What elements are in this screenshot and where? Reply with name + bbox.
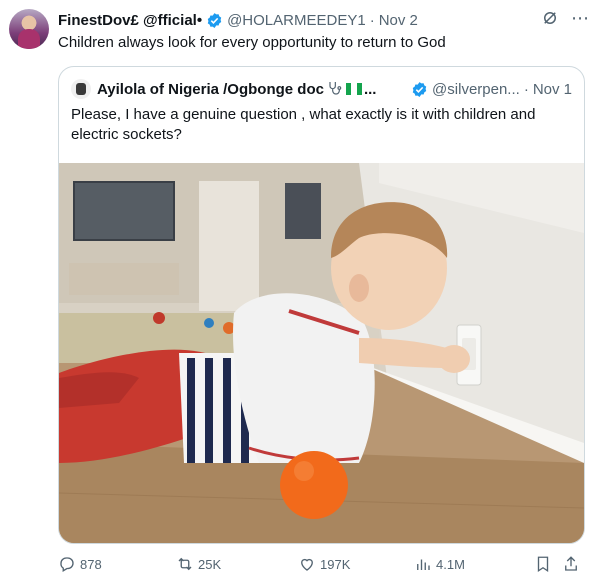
more-icon[interactable]: ⋯ bbox=[571, 8, 589, 28]
share-button[interactable] bbox=[562, 554, 580, 574]
author-display-name[interactable]: FinestDov£ @fficial• bbox=[58, 12, 202, 29]
tweet-actions: 878 25K 197K 4.1M bbox=[58, 554, 585, 574]
reply-icon bbox=[60, 557, 74, 572]
views-count: 4.1M bbox=[436, 556, 465, 572]
bookmark-button[interactable] bbox=[534, 554, 552, 574]
ball bbox=[280, 451, 348, 519]
tweet-date[interactable]: Nov 2 bbox=[379, 12, 418, 29]
views-button[interactable]: 4.1M bbox=[414, 554, 465, 574]
quoted-text: Please, I have a genuine question , what… bbox=[71, 106, 536, 143]
quoted-photo[interactable] bbox=[59, 163, 584, 543]
quoted-tweet[interactable]: Ayilola of Nigeria /Ogbonge doc ... @sil… bbox=[58, 66, 585, 544]
tweet-header: FinestDov£ @fficial• @HOLARMEEDEY1 · Nov… bbox=[58, 8, 589, 30]
quoted-date[interactable]: Nov 1 bbox=[533, 81, 572, 98]
tweet[interactable]: FinestDov£ @fficial• @HOLARMEEDEY1 · Nov… bbox=[0, 0, 599, 584]
tweet-text: Children always look for every opportuni… bbox=[58, 34, 446, 51]
reply-button[interactable]: 878 bbox=[58, 554, 102, 574]
like-count: 197K bbox=[320, 556, 351, 572]
quoted-display-name[interactable]: Ayilola of Nigeria /Ogbonge doc bbox=[97, 81, 324, 98]
repost-icon bbox=[178, 557, 192, 571]
bookmark-icon bbox=[537, 556, 549, 573]
author-avatar[interactable] bbox=[9, 9, 49, 49]
quoted-name-ellipsis: ... bbox=[363, 80, 377, 98]
like-icon bbox=[301, 558, 313, 571]
like-button[interactable]: 197K bbox=[298, 554, 350, 574]
quoted-header: Ayilola of Nigeria /Ogbonge doc ... @sil… bbox=[71, 79, 572, 99]
verified-badge-icon bbox=[412, 81, 427, 97]
quoted-handle[interactable]: @silverpen... bbox=[432, 81, 520, 98]
grok-icon[interactable] bbox=[541, 9, 559, 27]
baby-socket-illustration bbox=[59, 163, 584, 543]
reply-count: 878 bbox=[80, 556, 102, 572]
share-icon bbox=[565, 556, 577, 571]
repost-count: 25K bbox=[198, 556, 222, 572]
separator-dot: · bbox=[369, 11, 375, 29]
repost-button[interactable]: 25K bbox=[176, 554, 221, 574]
views-icon bbox=[417, 559, 430, 570]
author-handle[interactable]: @HOLARMEEDEY1 bbox=[227, 12, 366, 29]
nigeria-flag-icon bbox=[345, 83, 362, 95]
separator-dot: · bbox=[523, 80, 529, 98]
stethoscope-icon bbox=[326, 80, 342, 99]
verified-badge-icon bbox=[207, 12, 222, 28]
quoted-avatar[interactable] bbox=[71, 79, 91, 99]
